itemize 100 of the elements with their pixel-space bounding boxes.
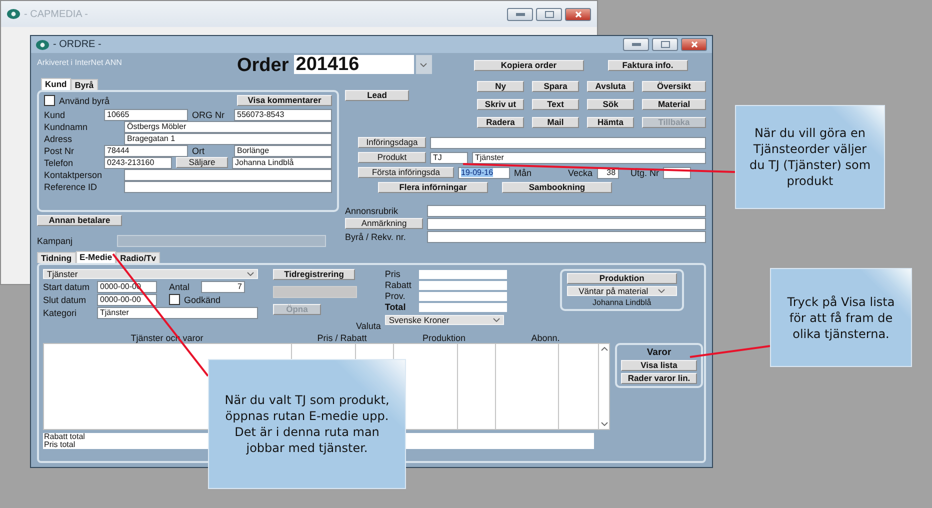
column-header: Pris / Rabatt [317,333,367,343]
tab[interactable]: Tidning [37,252,76,263]
input-field[interactable] [117,234,326,246]
remark-button[interactable]: Anmärkning [345,218,423,229]
order-number-field[interactable]: 201416 [294,55,414,74]
input-field[interactable] [273,286,357,298]
field-label: Utg. Nr [630,168,660,178]
production-button[interactable]: Produktion [566,273,677,284]
checkbox-label: Använd byrå [59,96,110,106]
callout-note: När du valt TJ som produkt, öppnas rutan E-medie upp. Det är i denna ruta man jobbar med tjänster. [208,359,406,489]
input-field[interactable]: 78444 [104,144,188,156]
input-field[interactable] [124,168,332,180]
input-field[interactable] [418,280,507,290]
date-field[interactable]: 19-09-16 [458,166,510,178]
input-field[interactable]: Borlänge [234,144,332,156]
copy-order-button[interactable]: Kopiera order [474,60,584,71]
window-title: - CAPMEDIA - [24,8,88,20]
action-button[interactable]: Översikt [642,81,706,92]
seller-button[interactable]: Säljare [176,157,228,168]
field-label: Slut datum [43,294,88,304]
input-field[interactable] [430,136,706,148]
field-label: Total [384,302,407,312]
close-button[interactable] [681,38,707,51]
cobooking-button[interactable]: Sambookning [502,182,612,193]
input-field[interactable] [418,292,507,300]
action-button[interactable]: Ny [477,81,524,92]
more-insertions-button[interactable]: Flera införningar [378,182,488,193]
insertion-dates-button[interactable]: Införingsdaga [358,137,426,148]
currency-select[interactable]: Svenske Kroner [384,315,504,325]
callout-note: När du vill göra en Tjänsteorder väljer du TJ (Tjänster) som produkt [735,105,885,209]
logo-icon [7,9,20,19]
checkbox[interactable] [169,294,180,305]
field-label: Ort [192,146,206,156]
tab[interactable]: Kund [41,78,71,90]
action-button[interactable]: Skriv ut [477,99,524,110]
quantity-field[interactable]: 7 [201,280,245,292]
goods-button[interactable]: Rader varor lin. [621,373,697,384]
order-label: Order [237,55,289,77]
field-label: ORG Nr [192,110,226,120]
input-field[interactable] [418,270,507,278]
tab[interactable]: Byrå [70,79,98,90]
show-comments-button[interactable]: Visa kommentarer [237,95,332,106]
maximize-button[interactable] [536,8,562,20]
weekday-label: Mån [514,168,533,178]
field-label: Post Nr [44,146,76,156]
checkbox[interactable] [44,95,55,106]
action-button[interactable]: Avsluta [587,81,634,92]
input-field[interactable]: 0243-213160 [104,156,172,168]
minimize-button[interactable] [507,8,533,20]
input-field[interactable]: 556073-8543 [234,108,332,120]
field-label: Vecka [568,168,593,178]
window-title: - ORDRE - [53,39,102,50]
input-field[interactable] [427,204,706,216]
input-field[interactable] [427,218,706,230]
tab[interactable]: E-Medie [76,251,116,263]
other-payer-button[interactable]: Annan betalare [37,215,122,226]
close-button[interactable] [565,8,591,20]
action-button[interactable]: Spara [532,81,579,92]
time-registration-button[interactable]: Tidregistrering [273,269,355,280]
minimize-button[interactable] [623,38,649,51]
lead-button[interactable]: Lead [345,90,409,101]
field-label: Kontaktperson [44,170,104,180]
callout-note: Tryck på Visa lista för att få fram de olika tjänsterna. [770,268,912,367]
action-button[interactable]: Mail [532,117,579,128]
logo-icon [36,40,49,50]
field-label: Kategori [43,308,78,318]
action-button[interactable]: Radera [477,117,524,128]
service-select[interactable]: Tjänster [43,269,258,279]
field-label: Antal [169,282,191,292]
action-button[interactable]: Hämta [587,117,634,128]
status-select[interactable]: Väntar på material [566,286,677,296]
date-field[interactable]: 0000-00-00 [97,294,157,306]
field-label: Start datum [43,282,91,292]
minimize-icon [632,43,640,46]
goods-button[interactable]: Visa lista [621,360,697,371]
input-field[interactable]: Bragegatan 1 [124,132,332,144]
field-label: Prov. [384,291,406,301]
action-button[interactable]: Text [532,99,579,110]
tab[interactable]: Radio/Tv [116,252,160,263]
field-label: Telefon [44,158,74,168]
dropdown-button[interactable] [416,55,432,74]
input-field[interactable]: Johanna Lindblå [232,156,332,168]
product-button[interactable]: Produkt [358,152,426,163]
input-field[interactable]: Tjänster [97,306,258,318]
action-button[interactable]: Material [642,99,706,110]
maximize-button[interactable] [652,38,678,51]
production-person: Johanna Lindblå [592,298,652,307]
invoice-info-button[interactable]: Faktura info. [608,60,688,71]
input-field[interactable] [427,230,706,242]
goods-title: Varor [646,347,672,358]
product-code-field[interactable]: TJ [430,152,468,164]
input-field[interactable] [418,302,507,312]
input-field[interactable]: 10665 [104,108,188,120]
input-field[interactable] [124,180,332,192]
first-date-button[interactable]: Första införingsda [358,167,454,178]
product-name-field[interactable]: Tjänster [472,152,706,164]
field-label: Kundnamn [44,122,89,132]
caret-icon [492,318,500,322]
input-field[interactable]: Östbergs Möbler [124,120,332,132]
action-button[interactable]: Sök [587,99,634,110]
